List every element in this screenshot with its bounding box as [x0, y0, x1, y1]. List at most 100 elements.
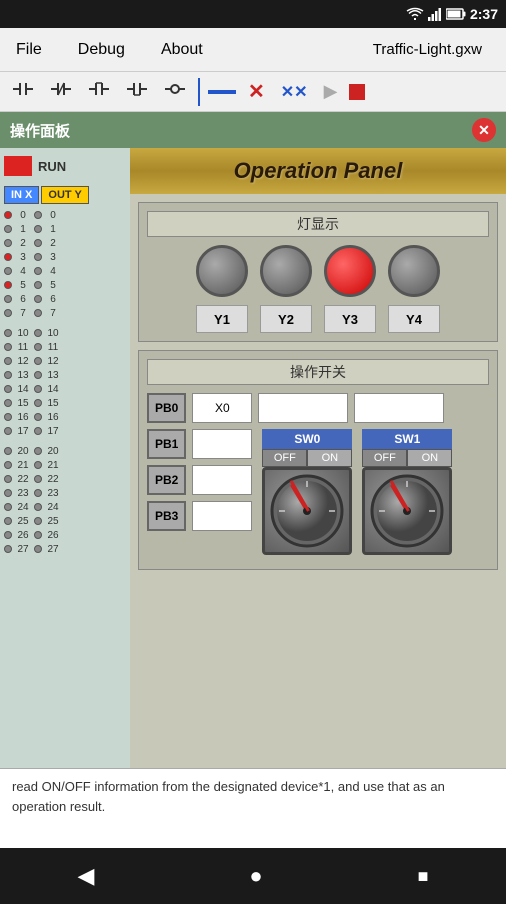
- lamp-label-Y2: Y2: [260, 305, 312, 333]
- menu-title: Traffic-Light.gxw: [373, 41, 482, 58]
- lamp-label-row: Y1 Y2 Y3 Y4: [147, 305, 489, 333]
- io-row: 20 20: [4, 444, 126, 458]
- io-row: 2 2: [4, 236, 126, 250]
- io-row: 11 11: [4, 340, 126, 354]
- out-dot-7: [34, 309, 42, 317]
- pb1-input: [192, 429, 252, 459]
- close-button[interactable]: ✕: [472, 118, 496, 142]
- io-row: 17 17: [4, 424, 126, 438]
- lamp-label-Y3: Y3: [324, 305, 376, 333]
- in-badge: IN X: [4, 186, 39, 204]
- run-indicator: RUN: [4, 156, 126, 176]
- pb1-button[interactable]: PB1: [147, 429, 186, 459]
- out-dot-2: [34, 239, 42, 247]
- sw1-off[interactable]: OFF: [362, 449, 407, 467]
- sw0-label: SW0: [262, 429, 352, 449]
- menu-about[interactable]: About: [153, 37, 211, 63]
- io-row: 5 5: [4, 278, 126, 292]
- in-dot-1: [4, 225, 12, 233]
- lamp-label-Y1: Y1: [196, 305, 248, 333]
- toolbar-line[interactable]: [208, 90, 236, 94]
- io-row: 10 10: [4, 326, 126, 340]
- io-row: 16 16: [4, 410, 126, 424]
- sw0-container: SW0 OFF ON: [262, 429, 352, 555]
- op-panel-title: Operation Panel: [234, 158, 403, 183]
- toolbar-delete[interactable]: ✕: [244, 77, 269, 106]
- sw0-on[interactable]: ON: [307, 449, 352, 467]
- io-row: 0 0: [4, 208, 126, 222]
- sw1-on[interactable]: ON: [407, 449, 452, 467]
- sw0-onoff: OFF ON: [262, 449, 352, 467]
- x0-input: X0: [192, 393, 252, 423]
- nav-back-button[interactable]: ◀: [77, 863, 94, 889]
- io-row: 24 24: [4, 500, 126, 514]
- toolbar-contact-no[interactable]: [8, 76, 38, 107]
- toolbar-stop[interactable]: [349, 84, 365, 100]
- out-dot-3: [34, 253, 42, 261]
- toolbar-contact-nc[interactable]: [46, 76, 76, 107]
- io-row: 3 3: [4, 250, 126, 264]
- toolbar-divider: [198, 78, 200, 106]
- io-rows-group2: 10 10 11 11 12 12 13: [4, 326, 126, 438]
- sw0-off[interactable]: OFF: [262, 449, 307, 467]
- io-row: 13 13: [4, 368, 126, 382]
- in-dot-4: [4, 267, 12, 275]
- in-dot-0: [4, 211, 12, 219]
- pb2-button[interactable]: PB2: [147, 465, 186, 495]
- lamp-Y4: [388, 245, 440, 297]
- left-panel: RUN IN X OUT Y 0 0 1 1: [0, 148, 130, 768]
- lamp-Y1: [196, 245, 248, 297]
- toolbar-contact-p[interactable]: [84, 76, 114, 107]
- menu-debug[interactable]: Debug: [70, 37, 133, 63]
- lamp-Y2: [260, 245, 312, 297]
- nav-home-button[interactable]: ●: [249, 863, 262, 889]
- empty-box-2: [354, 393, 444, 423]
- pb2-input: [192, 465, 252, 495]
- lamp-Y3: [324, 245, 376, 297]
- toolbar: ✕ ✕✕ ▶: [0, 72, 506, 112]
- toolbar-play[interactable]: ▶: [320, 79, 342, 104]
- status-time: 2:37: [470, 6, 498, 22]
- switch-section: 操作开关 PB0 X0 PB1 PB: [138, 350, 498, 570]
- out-badge: OUT Y: [41, 186, 88, 204]
- io-row: 14 14: [4, 382, 126, 396]
- sw1-container: SW1 OFF ON: [362, 429, 452, 555]
- pb3-button[interactable]: PB3: [147, 501, 186, 531]
- in-dot-7: [4, 309, 12, 317]
- in-dot-2: [4, 239, 12, 247]
- pb0-button[interactable]: PB0: [147, 393, 186, 423]
- right-panel: Operation Panel 灯显示 Y1 Y2 Y3 Y4: [130, 148, 506, 768]
- window-title: 操作面板: [10, 120, 70, 141]
- toolbar-coil[interactable]: [160, 76, 190, 107]
- in-dot-5: [4, 281, 12, 289]
- sw0-knob[interactable]: [262, 467, 352, 555]
- toolbar-cross[interactable]: ✕✕: [277, 80, 312, 104]
- text-area: read ON/OFF information from the designa…: [0, 768, 506, 848]
- window-titlebar: 操作面板 ✕: [0, 112, 506, 148]
- io-row: 7 7: [4, 306, 126, 320]
- switch-row-1: PB1 PB2 PB3 SW0: [147, 429, 489, 555]
- toolbar-contact-n[interactable]: [122, 76, 152, 107]
- text-content: read ON/OFF information from the designa…: [12, 779, 445, 814]
- empty-box-1: [258, 393, 348, 423]
- switch-row-0: PB0 X0: [147, 393, 489, 423]
- menu-file[interactable]: File: [8, 37, 50, 63]
- signal-icon: [428, 7, 442, 21]
- out-dot-4: [34, 267, 42, 275]
- out-dot-1: [34, 225, 42, 233]
- out-dot-6: [34, 295, 42, 303]
- lamp-row: [147, 245, 489, 297]
- pb3-input: [192, 501, 252, 531]
- io-row: 12 12: [4, 354, 126, 368]
- run-label: RUN: [38, 159, 66, 174]
- menu-bar: File Debug About Traffic-Light.gxw: [0, 28, 506, 72]
- sw1-knob[interactable]: [362, 467, 452, 555]
- sw1-label: SW1: [362, 429, 452, 449]
- io-row: 27 27: [4, 542, 126, 556]
- wifi-icon: [406, 7, 424, 21]
- nav-recents-button[interactable]: ■: [418, 866, 429, 887]
- io-rows-group3: 20 20 21 21 22 22 23: [4, 444, 126, 556]
- out-dot-5: [34, 281, 42, 289]
- io-row: 4 4: [4, 264, 126, 278]
- in-dot-6: [4, 295, 12, 303]
